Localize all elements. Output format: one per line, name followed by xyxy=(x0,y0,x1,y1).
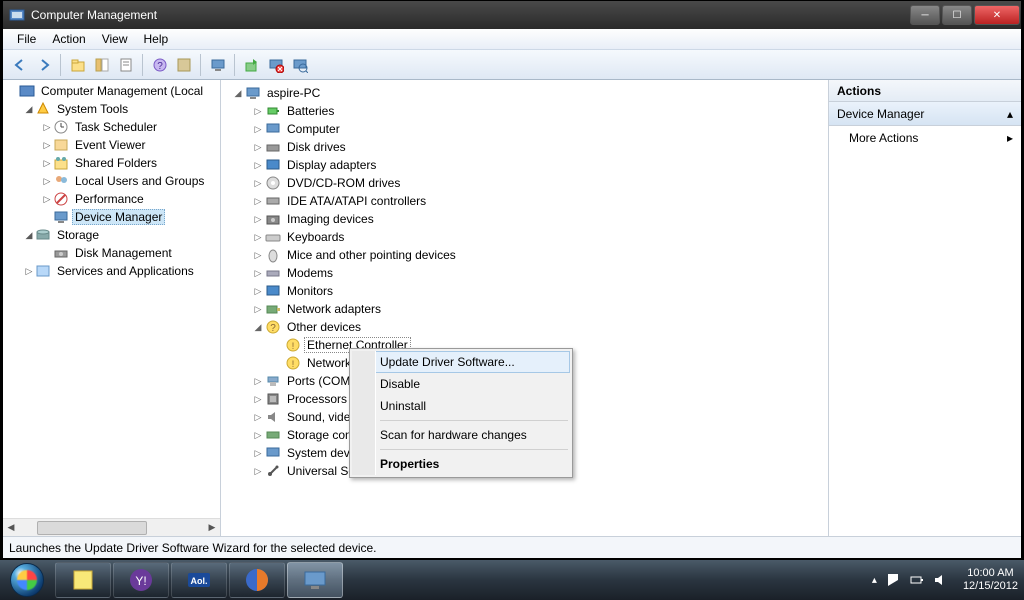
update-driver-button[interactable] xyxy=(241,54,263,76)
taskbar: Y! Aol. ▴ 10:00 AM 12/15/2012 xyxy=(0,560,1024,600)
tree-event-viewer[interactable]: ▷Event Viewer xyxy=(5,136,220,154)
scroll-left-arrow[interactable]: ◀ xyxy=(3,520,19,536)
dev-other-devices[interactable]: ◢?Other devices xyxy=(231,318,828,336)
ctx-update-driver[interactable]: Update Driver Software... xyxy=(352,351,570,373)
menubar: File Action View Help xyxy=(3,29,1021,50)
scan-hardware-button[interactable] xyxy=(289,54,311,76)
tree-local-users[interactable]: ▷Local Users and Groups xyxy=(5,172,220,190)
menu-action[interactable]: Action xyxy=(44,30,93,48)
status-text: Launches the Update Driver Software Wiza… xyxy=(9,541,377,555)
window-title: Computer Management xyxy=(31,8,909,22)
back-button[interactable] xyxy=(9,54,31,76)
svg-text:Y!: Y! xyxy=(135,574,146,588)
context-menu: Update Driver Software... Disable Uninst… xyxy=(349,348,573,478)
scroll-right-arrow[interactable]: ▶ xyxy=(204,520,220,536)
actions-more[interactable]: More Actions ▸ xyxy=(829,126,1021,150)
dev-mice[interactable]: ▷Mice and other pointing devices xyxy=(231,246,828,264)
dev-batteries[interactable]: ▷Batteries xyxy=(231,102,828,120)
tray-action-center-icon[interactable] xyxy=(885,572,901,588)
tray-date: 12/15/2012 xyxy=(963,580,1018,593)
taskbar-computer-management[interactable] xyxy=(287,562,343,598)
collapse-arrow-icon: ▴ xyxy=(1007,107,1013,121)
minimize-button[interactable]: ─ xyxy=(910,5,940,25)
menu-help[interactable]: Help xyxy=(136,30,177,48)
actions-pane: Actions Device Manager ▴ More Actions ▸ xyxy=(829,80,1021,536)
dev-keyboards[interactable]: ▷Keyboards xyxy=(231,228,828,246)
tree-device-manager[interactable]: Device Manager xyxy=(5,208,220,226)
taskbar-sticky-notes[interactable] xyxy=(55,562,111,598)
dev-display-adapters[interactable]: ▷Display adapters xyxy=(231,156,828,174)
tray-volume-icon[interactable] xyxy=(933,572,949,588)
ctx-scan[interactable]: Scan for hardware changes xyxy=(352,424,570,446)
tree-disk-management[interactable]: Disk Management xyxy=(5,244,220,262)
dev-monitors[interactable]: ▷Monitors xyxy=(231,282,828,300)
ctx-properties[interactable]: Properties xyxy=(352,453,570,475)
menu-view[interactable]: View xyxy=(94,30,136,48)
properties-button[interactable] xyxy=(115,54,137,76)
left-hscrollbar[interactable]: ◀ ▶ xyxy=(3,518,220,536)
tray-power-icon[interactable] xyxy=(909,572,925,588)
maximize-button[interactable]: ☐ xyxy=(942,5,972,25)
menu-file[interactable]: File xyxy=(9,30,44,48)
dev-imaging[interactable]: ▷Imaging devices xyxy=(231,210,828,228)
tree-services[interactable]: ▷Services and Applications xyxy=(5,262,220,280)
actions-more-label: More Actions xyxy=(849,131,918,145)
forward-button[interactable] xyxy=(33,54,55,76)
up-button[interactable] xyxy=(67,54,89,76)
svg-text:Aol.: Aol. xyxy=(191,576,208,586)
taskbar-firefox[interactable] xyxy=(229,562,285,598)
ctx-disable[interactable]: Disable xyxy=(352,373,570,395)
statusbar: Launches the Update Driver Software Wiza… xyxy=(3,536,1021,558)
tool-button[interactable] xyxy=(173,54,195,76)
start-button[interactable] xyxy=(0,560,54,600)
tree-task-scheduler[interactable]: ▷Task Scheduler xyxy=(5,118,220,136)
windows-orb-icon xyxy=(10,563,44,597)
tray-time: 10:00 AM xyxy=(963,567,1018,580)
taskbar-aol[interactable]: Aol. xyxy=(171,562,227,598)
toolbar: ? xyxy=(3,50,1021,80)
taskbar-yahoo[interactable]: Y! xyxy=(113,562,169,598)
dev-disk-drives[interactable]: ▷Disk drives xyxy=(231,138,828,156)
submenu-arrow-icon: ▸ xyxy=(1007,131,1013,145)
system-tray: ▴ 10:00 AM 12/15/2012 xyxy=(872,567,1024,593)
titlebar[interactable]: Computer Management ─ ☐ ✕ xyxy=(3,1,1021,29)
close-button[interactable]: ✕ xyxy=(974,5,1020,25)
svg-text:?: ? xyxy=(270,323,276,334)
dev-modems[interactable]: ▷Modems xyxy=(231,264,828,282)
help-button[interactable]: ? xyxy=(149,54,171,76)
tree-shared-folders[interactable]: ▷Shared Folders xyxy=(5,154,220,172)
dev-network-adapters[interactable]: ▷Network adapters xyxy=(231,300,828,318)
computer-icon-button[interactable] xyxy=(207,54,229,76)
svg-text:!: ! xyxy=(292,341,295,351)
actions-section-label: Device Manager xyxy=(837,107,924,121)
left-pane: Computer Management (Local ◢System Tools… xyxy=(3,80,221,536)
tree-root[interactable]: Computer Management (Local xyxy=(5,82,220,100)
tree-storage[interactable]: ◢Storage xyxy=(5,226,220,244)
tray-clock[interactable]: 10:00 AM 12/15/2012 xyxy=(963,567,1018,593)
actions-section[interactable]: Device Manager ▴ xyxy=(829,102,1021,126)
dev-ide[interactable]: ▷IDE ATA/ATAPI controllers xyxy=(231,192,828,210)
console-tree[interactable]: Computer Management (Local ◢System Tools… xyxy=(3,80,220,518)
tray-show-hidden-icon[interactable]: ▴ xyxy=(872,575,877,586)
tree-performance[interactable]: ▷Performance xyxy=(5,190,220,208)
ctx-uninstall[interactable]: Uninstall xyxy=(352,395,570,417)
tree-system-tools[interactable]: ◢System Tools xyxy=(5,100,220,118)
svg-text:?: ? xyxy=(157,61,163,72)
scroll-thumb[interactable] xyxy=(37,521,147,535)
actions-header: Actions xyxy=(829,80,1021,102)
app-icon xyxy=(9,7,25,23)
svg-text:!: ! xyxy=(292,359,295,369)
uninstall-button[interactable] xyxy=(265,54,287,76)
show-hide-tree-button[interactable] xyxy=(91,54,113,76)
dev-root[interactable]: ◢aspire-PC xyxy=(231,84,828,102)
dev-computer[interactable]: ▷Computer xyxy=(231,120,828,138)
dev-dvd[interactable]: ▷DVD/CD-ROM drives xyxy=(231,174,828,192)
